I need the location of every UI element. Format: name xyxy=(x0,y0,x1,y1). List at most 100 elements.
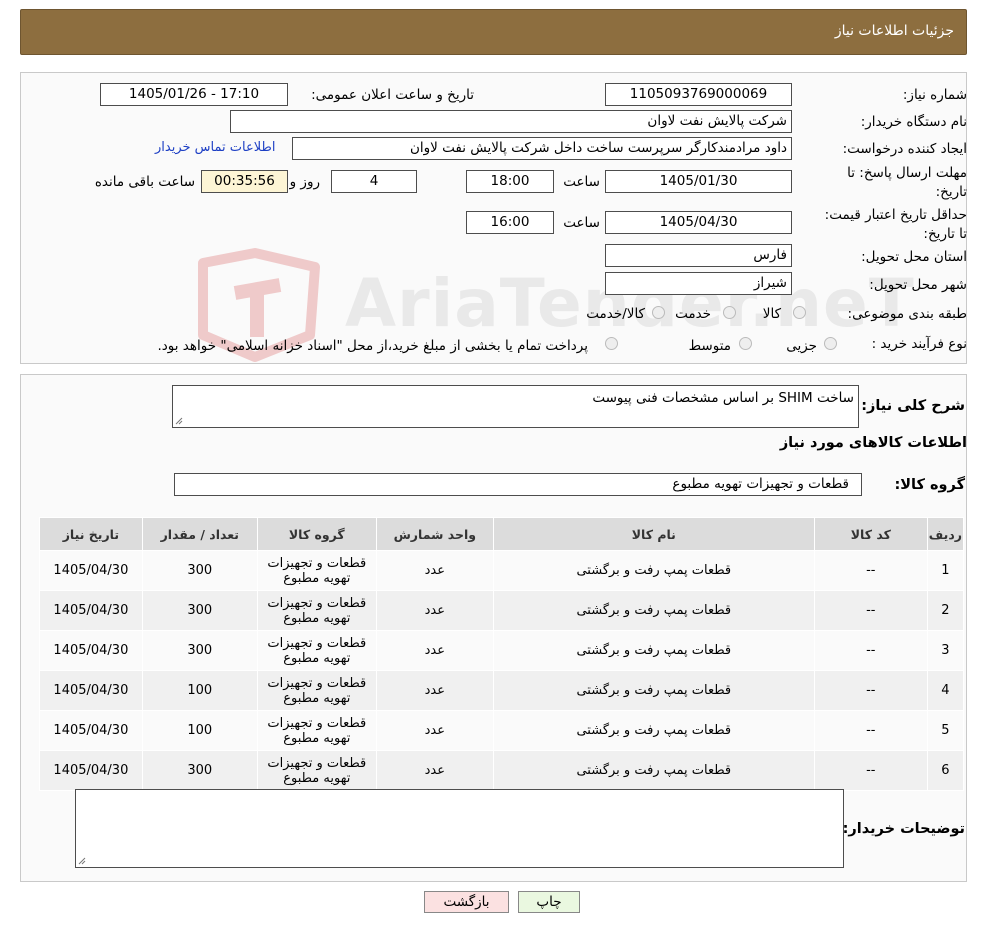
table-row: 5 -- قطعات پمپ رفت و برگشتی عدد قطعات و … xyxy=(39,710,965,751)
page-header: جزئیات اطلاعات نیاز xyxy=(20,9,967,55)
category-service-label: خدمت xyxy=(675,306,711,322)
cell-row-number: 5 xyxy=(926,710,965,751)
cell-quantity: 300 xyxy=(141,550,258,591)
cell-item-group: قطعات و تجهیزات تهویه مطبوع xyxy=(256,670,377,711)
cell-quantity: 300 xyxy=(141,750,258,791)
cell-item-code: -- xyxy=(813,550,928,591)
validity-time-label: ساعت xyxy=(563,215,600,231)
table-row: 1 -- قطعات پمپ رفت و برگشتی عدد قطعات و … xyxy=(39,550,965,591)
creator-label: ایجاد کننده درخواست: xyxy=(842,141,967,157)
cell-unit: عدد xyxy=(375,590,494,631)
cell-quantity: 300 xyxy=(141,630,258,671)
cell-need-date: 1405/04/30 xyxy=(39,630,143,671)
cell-item-group: قطعات و تجهیزات تهویه مطبوع xyxy=(256,750,377,791)
cell-item-code: -- xyxy=(813,670,928,711)
cell-item-name: قطعات پمپ رفت و برگشتی xyxy=(492,670,815,711)
cell-need-date: 1405/04/30 xyxy=(39,750,143,791)
cell-row-number: 6 xyxy=(926,750,965,791)
col-header-row-number: ردیف xyxy=(926,517,965,551)
remaining-time-field: 00:35:56 xyxy=(201,170,288,193)
back-button[interactable]: بازگشت xyxy=(424,891,509,913)
need-description-text: ساخت SHIM بر اساس مشخصات فنی پیوست xyxy=(592,390,854,406)
remaining-label: ساعت باقی مانده xyxy=(94,174,195,190)
category-label: طبقه بندی موضوعی: xyxy=(847,306,967,322)
city-field: شیراز xyxy=(605,272,792,295)
cell-item-name: قطعات پمپ رفت و برگشتی xyxy=(492,550,815,591)
table-row: 4 -- قطعات پمپ رفت و برگشتی عدد قطعات و … xyxy=(39,670,965,711)
col-header-item-group: گروه کالا xyxy=(256,517,377,551)
cell-need-date: 1405/04/30 xyxy=(39,550,143,591)
buyer-contact-link[interactable]: اطلاعات تماس خریدار xyxy=(155,140,275,155)
category-both-label: کالا/خدمت xyxy=(586,306,645,322)
buyer-org-label: نام دستگاه خریدار: xyxy=(860,114,967,130)
col-header-quantity: تعداد / مقدار xyxy=(141,517,258,551)
province-field: فارس xyxy=(605,244,792,267)
goods-group-value: قطعات و تجهیزات تهویه مطبوع xyxy=(672,476,849,492)
col-header-item-code: کد کالا xyxy=(813,517,928,551)
cell-item-name: قطعات پمپ رفت و برگشتی xyxy=(492,750,815,791)
resize-grip-icon[interactable] xyxy=(175,417,183,425)
process-partial-label: جزیی xyxy=(786,338,817,354)
cell-unit: عدد xyxy=(375,710,494,751)
validity-time-field: 16:00 xyxy=(466,211,554,234)
cell-row-number: 2 xyxy=(926,590,965,631)
announce-field: 1405/01/26 - 17:10 xyxy=(100,83,288,106)
cell-need-date: 1405/04/30 xyxy=(39,710,143,751)
cell-unit: عدد xyxy=(375,750,494,791)
cell-unit: عدد xyxy=(375,630,494,671)
col-header-unit: واحد شمارش xyxy=(375,517,494,551)
page-title: جزئیات اطلاعات نیاز xyxy=(834,23,954,39)
buyer-notes-field[interactable] xyxy=(75,789,844,868)
process-label: نوع فرآیند خرید : xyxy=(871,336,967,352)
cell-quantity: 300 xyxy=(141,590,258,631)
cell-item-group: قطعات و تجهیزات تهویه مطبوع xyxy=(256,550,377,591)
cell-row-number: 4 xyxy=(926,670,965,711)
goods-group-field: قطعات و تجهیزات تهویه مطبوع xyxy=(174,473,862,496)
category-goods-label: کالا xyxy=(762,306,781,322)
province-label: استان محل تحویل: xyxy=(861,249,967,265)
creator-field: داود مرادمندکارگر سرپرست ساخت داخل شرکت … xyxy=(292,137,792,160)
cell-item-group: قطعات و تجهیزات تهویه مطبوع xyxy=(256,590,377,631)
cell-item-code: -- xyxy=(813,750,928,791)
process-medium-radio[interactable] xyxy=(739,337,752,350)
cell-need-date: 1405/04/30 xyxy=(39,590,143,631)
deadline-time-field: 18:00 xyxy=(466,170,554,193)
buyer-org-field: شرکت پالایش نفت لاوان xyxy=(230,110,792,133)
cell-unit: عدد xyxy=(375,550,494,591)
process-medium-label: متوسط xyxy=(688,338,731,354)
need-number-label: شماره نیاز: xyxy=(902,87,967,103)
validity-date-field: 1405/04/30 xyxy=(605,211,792,234)
table-row: 3 -- قطعات پمپ رفت و برگشتی عدد قطعات و … xyxy=(39,630,965,671)
cell-item-code: -- xyxy=(813,630,928,671)
category-goods-radio[interactable] xyxy=(793,306,806,319)
need-description-label: شرح کلی نیاز: xyxy=(861,398,965,414)
city-label: شهر محل تحویل: xyxy=(869,277,967,293)
goods-info-title: اطلاعات کالاهای مورد نیاز xyxy=(779,435,967,451)
goods-table: ردیف کد کالا نام کالا واحد شمارش گروه کا… xyxy=(39,517,965,791)
cell-item-group: قطعات و تجهیزات تهویه مطبوع xyxy=(256,710,377,751)
days-label: روز و xyxy=(289,174,320,190)
table-header-row: ردیف کد کالا نام کالا واحد شمارش گروه کا… xyxy=(39,517,965,551)
print-button[interactable]: چاپ xyxy=(518,891,580,913)
resize-grip-icon[interactable] xyxy=(78,857,86,865)
cell-unit: عدد xyxy=(375,670,494,711)
deadline-label: مهلت ارسال پاسخ: تا تاریخ: xyxy=(847,165,967,200)
process-treasury-radio[interactable] xyxy=(605,337,618,350)
validity-label: حداقل تاریخ اعتبار قیمت: تا تاریخ: xyxy=(824,207,967,242)
cell-item-name: قطعات پمپ رفت و برگشتی xyxy=(492,590,815,631)
need-number-field: 1105093769000069 xyxy=(605,83,792,106)
category-both-radio[interactable] xyxy=(652,306,665,319)
need-description-field[interactable]: ساخت SHIM بر اساس مشخصات فنی پیوست xyxy=(172,385,859,428)
deadline-time-label: ساعت xyxy=(563,174,600,190)
process-treasury-note: پرداخت تمام یا بخشی از مبلغ خرید،از محل … xyxy=(157,338,588,354)
table-row: 6 -- قطعات پمپ رفت و برگشتی عدد قطعات و … xyxy=(39,750,965,791)
cell-need-date: 1405/04/30 xyxy=(39,670,143,711)
table-row: 2 -- قطعات پمپ رفت و برگشتی عدد قطعات و … xyxy=(39,590,965,631)
process-partial-radio[interactable] xyxy=(824,337,837,350)
col-header-need-date: تاریخ نیاز xyxy=(39,517,143,551)
category-service-radio[interactable] xyxy=(723,306,736,319)
announce-label: تاریخ و ساعت اعلان عمومی: xyxy=(311,87,474,103)
cell-quantity: 100 xyxy=(141,710,258,751)
deadline-date-field: 1405/01/30 xyxy=(605,170,792,193)
cell-row-number: 3 xyxy=(926,630,965,671)
